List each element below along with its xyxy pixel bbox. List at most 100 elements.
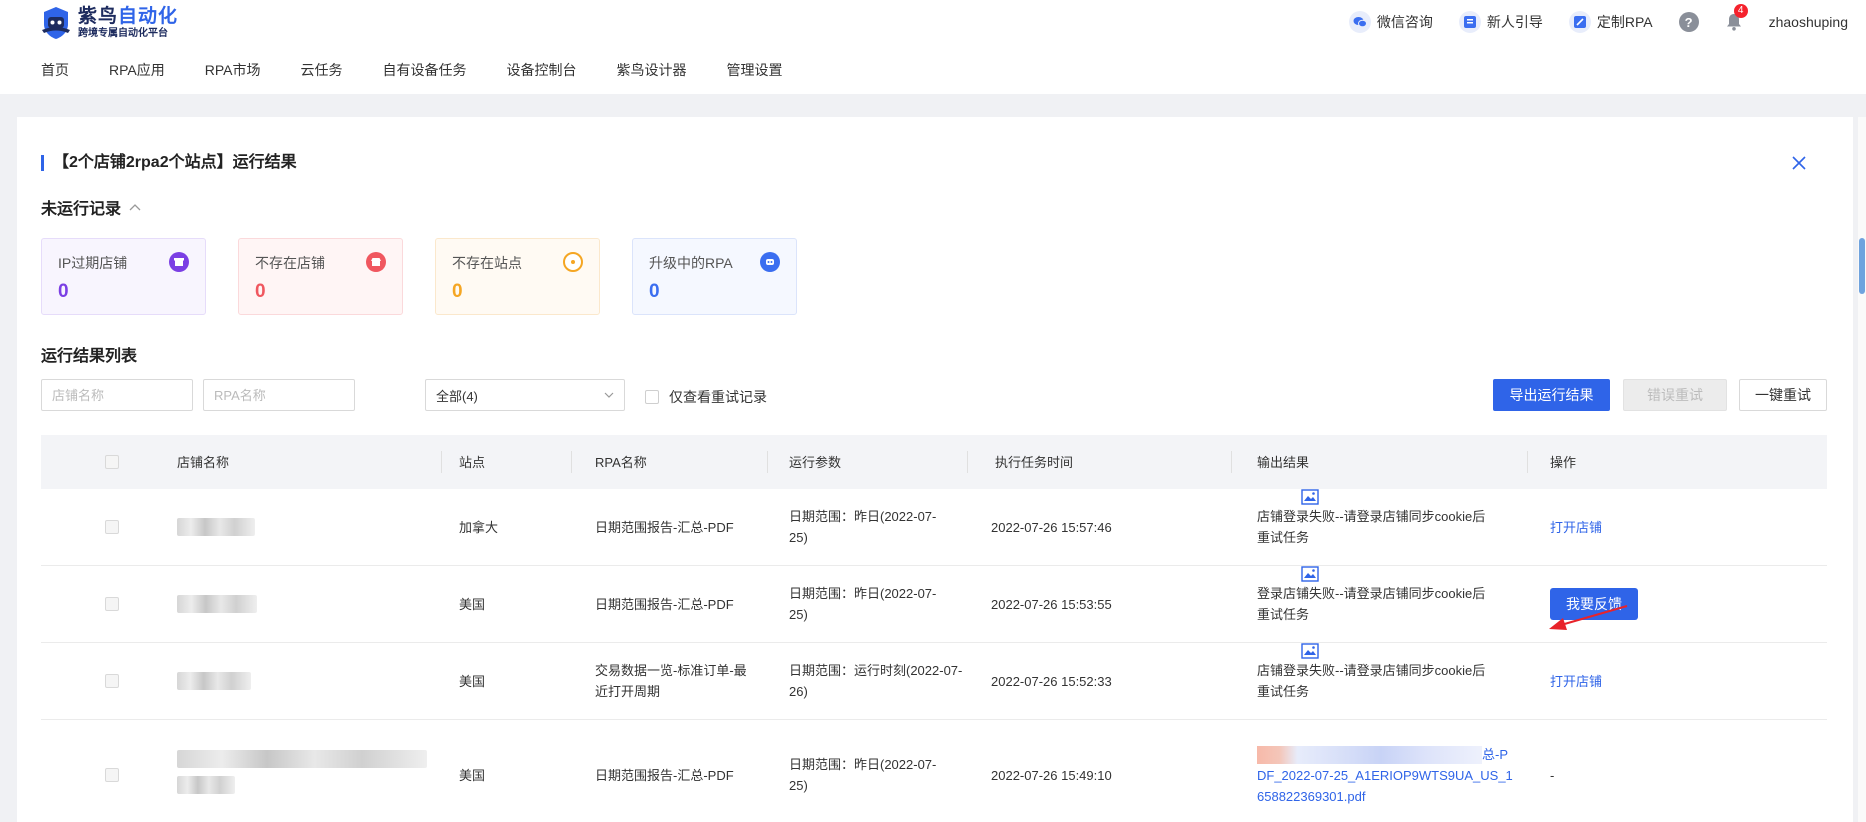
open-shop-link[interactable]: 打开店铺 — [1550, 671, 1602, 692]
custom-rpa-button[interactable]: 定制RPA — [1568, 11, 1653, 33]
col-params: 运行参数 — [789, 454, 842, 470]
card-value: 0 — [255, 281, 266, 302]
select-all-checkbox[interactable] — [105, 455, 119, 469]
wechat-icon — [1348, 11, 1371, 33]
site-cell: 美国 — [459, 596, 486, 612]
file-name-redacted — [1257, 746, 1482, 765]
row-checkbox[interactable] — [105, 597, 119, 611]
notification-button[interactable]: 4 — [1723, 4, 1748, 33]
retry-all-button[interactable]: 一键重试 — [1739, 379, 1827, 411]
custom-rpa-label: 定制RPA — [1596, 14, 1653, 30]
time-cell: 2022-07-26 15:53:55 — [991, 596, 1112, 612]
card-value: 0 — [58, 281, 69, 302]
row-checkbox[interactable] — [105, 768, 119, 782]
column-divider — [441, 451, 442, 473]
card-upgrading-rpa[interactable]: 升级中的RPA 0 — [632, 238, 797, 315]
nav-device-console[interactable]: 设备控制台 — [507, 60, 577, 80]
nav-rpa-apps[interactable]: RPA应用 — [109, 60, 165, 80]
shop-name-input[interactable] — [41, 379, 193, 411]
rpa-name-cell: 日期范围报告-汇总-PDF — [595, 519, 734, 535]
panel-title: 【2个店铺2rpa2个站点】运行结果 — [41, 153, 297, 173]
time-cell: 2022-07-26 15:52:33 — [991, 673, 1112, 689]
nav-rpa-market[interactable]: RPA市场 — [205, 60, 261, 80]
retry-errors-button[interactable]: 错误重试 — [1623, 379, 1727, 411]
open-shop-link[interactable]: 打开店铺 — [1550, 517, 1602, 538]
shop-name-redacted — [177, 643, 441, 719]
newbie-guide-button[interactable]: 新人引导 — [1458, 11, 1543, 33]
result-list-title: 运行结果列表 — [41, 348, 138, 365]
custom-rpa-icon — [1568, 11, 1591, 33]
site-cell: 美国 — [459, 673, 486, 689]
output-cell: 店铺登录失败--请登录店铺同步cookie后重试任务 — [1257, 663, 1486, 699]
status-select[interactable]: 全部(4) — [425, 379, 625, 411]
params-cell: 日期范围：运行时刻(2022-07-26) — [789, 663, 963, 699]
nav-designer[interactable]: 紫鸟设计器 — [617, 60, 687, 80]
shop-name-redacted — [177, 489, 441, 565]
time-cell: 2022-07-26 15:57:46 — [991, 519, 1112, 535]
params-cell: 日期范围：昨日(2022-07-25) — [789, 757, 937, 793]
row-checkbox[interactable] — [105, 520, 119, 534]
card-value: 0 — [452, 281, 463, 302]
screenshot-icon[interactable] — [1301, 566, 1319, 582]
notification-badge: 4 — [1733, 4, 1748, 18]
rpa-name-input[interactable] — [203, 379, 355, 411]
col-actions: 操作 — [1550, 454, 1577, 470]
params-cell: 日期范围：昨日(2022-07-25) — [789, 586, 937, 622]
scrollbar[interactable] — [1858, 117, 1866, 822]
wechat-consult-button[interactable]: 微信咨询 — [1348, 11, 1433, 33]
card-value: 0 — [649, 281, 660, 302]
rpa-name-cell: 日期范围报告-汇总-PDF — [595, 767, 734, 783]
output-file-link[interactable]: 总-P DF_2022-07-25_A1ERIOP9WTS9UA_US_1658… — [1257, 744, 1517, 807]
card-missing-site[interactable]: 不存在站点 0 — [435, 238, 600, 315]
shop-icon — [169, 252, 189, 272]
top-header: 紫鸟自动化 跨境专属自动化平台 微信咨询 新人引导 定制RPA ? 4 zhao… — [0, 0, 1866, 94]
column-divider — [767, 451, 768, 473]
retry-only-checkbox[interactable]: 仅查看重试记录 — [645, 387, 767, 407]
row-select-cell — [105, 566, 121, 642]
guide-icon — [1458, 11, 1481, 33]
action-cell: 打开店铺 — [1550, 643, 1750, 719]
status-select-value: 全部(4) — [436, 388, 478, 404]
rpa-icon — [760, 252, 780, 272]
export-results-button[interactable]: 导出运行结果 — [1493, 379, 1610, 411]
screenshot-icon[interactable] — [1301, 489, 1319, 505]
main-nav: 首页 RPA应用 RPA市场 云任务 自有设备任务 设备控制台 紫鸟设计器 管理… — [41, 60, 823, 80]
output-cell: 店铺登录失败--请登录店铺同步cookie后重试任务 — [1257, 509, 1486, 545]
table-row: 加拿大 日期范围报告-汇总-PDF 日期范围：昨日(2022-07-25) 20… — [41, 489, 1827, 566]
unrun-records-toggle[interactable]: 未运行记录 — [41, 195, 141, 219]
card-missing-shop[interactable]: 不存在店铺 0 — [238, 238, 403, 315]
card-ip-expired[interactable]: IP过期店铺 0 — [41, 238, 206, 315]
filter-bar: 全部(4) 仅查看重试记录 导出运行结果 错误重试 一键重试 — [41, 379, 1827, 413]
checkbox[interactable] — [645, 390, 659, 404]
output-cell: 总-P DF_2022-07-25_A1ERIOP9WTS9UA_US_1658… — [1257, 720, 1527, 822]
app-logo[interactable]: 紫鸟自动化 跨境专属自动化平台 — [40, 6, 178, 40]
logo-icon — [40, 6, 72, 40]
wechat-consult-label: 微信咨询 — [1376, 14, 1433, 30]
header-actions: 微信咨询 新人引导 定制RPA ? 4 zhaoshuping — [1323, 4, 1848, 34]
annotation-arrow — [1549, 605, 1628, 630]
rpa-name-cell: 交易数据一览-标准订单-最近打开周期 — [595, 663, 747, 699]
screenshot-icon[interactable] — [1301, 643, 1319, 659]
output-cell: 登录店铺失败--请登录店铺同步cookie后重试任务 — [1257, 586, 1486, 622]
row-checkbox[interactable] — [105, 674, 119, 688]
shop-name-redacted — [177, 720, 441, 822]
user-name[interactable]: zhaoshuping — [1769, 14, 1848, 30]
col-output: 输出结果 — [1257, 454, 1310, 470]
column-divider — [1527, 451, 1528, 473]
column-divider — [571, 451, 572, 473]
nav-own-device-tasks[interactable]: 自有设备任务 — [383, 60, 467, 80]
scrollbar-thumb[interactable] — [1859, 238, 1865, 294]
table-header: 店铺名称 站点 RPA名称 运行参数 执行任务时间 输出结果 操作 — [41, 435, 1827, 489]
nav-management[interactable]: 管理设置 — [727, 60, 783, 80]
nav-cloud-tasks[interactable]: 云任务 — [301, 60, 343, 80]
site-cell: 美国 — [459, 767, 486, 783]
nav-home[interactable]: 首页 — [41, 60, 69, 80]
close-icon[interactable] — [1789, 153, 1809, 173]
run-result-panel: 【2个店铺2rpa2个站点】运行结果 未运行记录 IP过期店铺 0 不存在店铺 … — [17, 117, 1853, 822]
shop-name-redacted — [177, 566, 441, 642]
time-cell: 2022-07-26 15:49:10 — [991, 767, 1112, 783]
brand-title: 紫鸟自动化 — [78, 6, 179, 27]
column-divider — [967, 451, 968, 473]
help-icon[interactable]: ? — [1678, 12, 1699, 32]
newbie-guide-label: 新人引导 — [1486, 14, 1543, 30]
